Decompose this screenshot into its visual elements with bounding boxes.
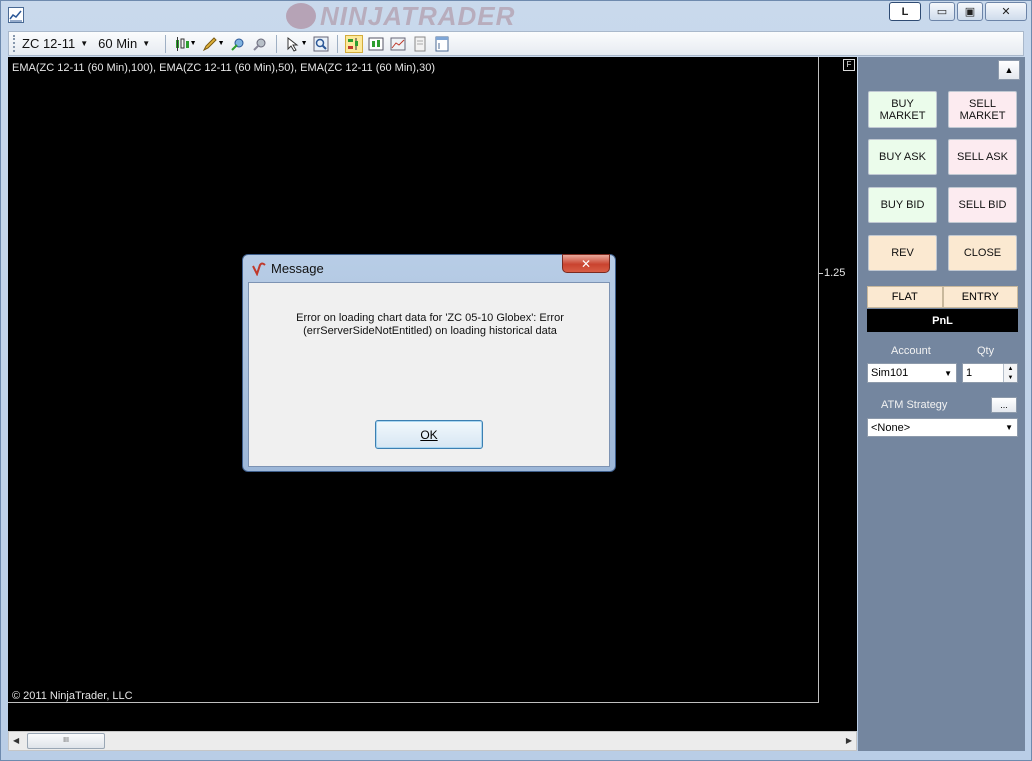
window-controls: L ▭ ▣ ✕ xyxy=(889,2,1027,21)
spin-up-icon[interactable]: ▲ xyxy=(1008,366,1014,372)
brand-text: NINJATRADER xyxy=(320,1,516,31)
price-axis-line xyxy=(818,57,819,703)
qty-spinner[interactable]: ▲ ▼ xyxy=(1003,364,1017,382)
dialog-body: Error on loading chart data for 'ZC 05-1… xyxy=(248,282,610,467)
error-message: Error on loading chart data for 'ZC 05-1… xyxy=(269,312,591,338)
pencil-icon[interactable]: ▼ xyxy=(201,35,225,53)
price-axis-tick xyxy=(819,273,823,274)
error-message-line-1: Error on loading chart data for 'ZC 05-1… xyxy=(296,312,564,324)
strategy-icon[interactable] xyxy=(251,35,269,53)
chart-toolbar: ZC 12-11 ▼ 60 Min ▼ ▼ ▼ ▼ xyxy=(8,31,1024,56)
minimize-button[interactable]: ▭ xyxy=(929,2,955,21)
brand-logo-icon xyxy=(286,3,316,29)
interval-label: 60 Min xyxy=(98,36,138,51)
atm-strategy-label: ATM Strategy xyxy=(881,399,948,411)
scroll-right-arrow-icon[interactable]: ▶ xyxy=(846,736,852,745)
dialog-title: Message xyxy=(271,261,324,276)
brand-watermark: NINJATRADER xyxy=(286,1,515,32)
collapse-panel-button[interactable]: ▲ xyxy=(998,60,1020,80)
atm-strategy-options-button[interactable]: ... xyxy=(991,397,1017,413)
copyright-text: © 2011 NinjaTrader, LLC xyxy=(12,690,133,702)
ok-button[interactable]: OK xyxy=(375,420,483,449)
chevron-up-icon: ▲ xyxy=(1004,65,1014,75)
chevron-down-icon: ▼ xyxy=(80,39,89,48)
close-window-button[interactable]: ✕ xyxy=(985,2,1027,21)
toolbar-separator xyxy=(276,34,278,53)
atm-strategy-select[interactable]: <None> ▼ xyxy=(867,418,1018,437)
instrument-selector[interactable]: ZC 12-11 ▼ xyxy=(22,36,88,51)
chart-trader-panel: ▲ BUY MARKET SELL MARKET BUY ASK SELL AS… xyxy=(858,57,1025,751)
ninjatrader-chart-window: NINJATRADER L ▭ ▣ ✕ ZC 12-11 ▼ 60 Min ▼ ▼ … xyxy=(0,0,1032,761)
chart-style-icon[interactable] xyxy=(389,35,407,53)
account-value: Sim101 xyxy=(871,367,909,379)
toolbar-separator xyxy=(165,34,167,53)
buy-market-button[interactable]: BUY MARKET xyxy=(868,91,937,128)
zoom-icon[interactable] xyxy=(312,35,330,53)
chevron-down-icon: ▼ xyxy=(944,368,952,378)
atm-strategy-value: <None> xyxy=(871,421,911,434)
toolbar-separator xyxy=(337,34,339,53)
indicator-icon[interactable] xyxy=(229,35,247,53)
interval-selector[interactable]: 60 Min ▼ xyxy=(98,36,150,51)
time-axis-line xyxy=(8,702,819,703)
indicator-label: EMA(ZC 12-11 (60 Min),100), EMA(ZC 12-11… xyxy=(12,62,436,74)
chevron-down-icon: ▼ xyxy=(142,39,151,48)
spin-down-icon[interactable]: ▼ xyxy=(1008,375,1014,381)
buy-ask-button[interactable]: BUY ASK xyxy=(868,139,937,175)
properties-icon[interactable] xyxy=(411,35,429,53)
rev-button[interactable]: REV xyxy=(868,235,937,271)
template-icon[interactable] xyxy=(433,35,451,53)
scroll-left-arrow-icon[interactable]: ◀ xyxy=(13,736,19,745)
flat-entry-row: FLAT ENTRY xyxy=(867,286,1018,308)
chart-trader-icon[interactable] xyxy=(345,34,364,53)
f-toggle-button[interactable]: F xyxy=(843,59,855,71)
sell-ask-button[interactable]: SELL ASK xyxy=(948,139,1017,175)
ninjatrader-logo-icon xyxy=(252,262,266,277)
error-message-line-2: (errServerSideNotEntitled) on loading hi… xyxy=(303,325,557,337)
chart-app-icon xyxy=(8,7,24,23)
price-axis-label: 1.25 xyxy=(824,267,846,279)
sell-market-button[interactable]: SELL MARKET xyxy=(948,91,1017,128)
close-position-button[interactable]: CLOSE xyxy=(948,235,1017,271)
scroll-thumb[interactable]: III xyxy=(27,733,105,749)
account-label: Account xyxy=(891,345,931,357)
horizontal-scrollbar[interactable]: ◀ III ▶ xyxy=(8,731,857,751)
link-button[interactable]: L xyxy=(889,2,921,21)
qty-label: Qty xyxy=(977,345,995,357)
qty-value: 1 xyxy=(966,367,973,379)
instrument-label: ZC 12-11 xyxy=(22,36,76,51)
buy-bid-button[interactable]: BUY BID xyxy=(868,187,937,223)
toolbar-grip[interactable] xyxy=(13,35,16,52)
dialog-close-button[interactable]: ✕ xyxy=(562,254,610,273)
data-box-icon[interactable] xyxy=(367,35,385,53)
candlestick-icon[interactable]: ▼ xyxy=(173,35,197,53)
maximize-button[interactable]: ▣ xyxy=(957,2,983,21)
account-select[interactable]: Sim101 ▼ xyxy=(867,363,957,383)
sell-bid-button[interactable]: SELL BID xyxy=(948,187,1017,223)
title-bar: NINJATRADER L ▭ ▣ ✕ xyxy=(1,1,1031,32)
flat-button[interactable]: FLAT xyxy=(867,286,943,308)
chevron-down-icon: ▼ xyxy=(1005,423,1013,432)
cursor-icon[interactable]: ▼ xyxy=(284,35,308,53)
pnl-display: PnL xyxy=(867,309,1018,332)
entry-button[interactable]: ENTRY xyxy=(942,286,1018,308)
message-dialog: Message ✕ Error on loading chart data fo… xyxy=(242,254,616,472)
quantity-stepper[interactable]: 1 ▲ ▼ xyxy=(962,363,1018,383)
